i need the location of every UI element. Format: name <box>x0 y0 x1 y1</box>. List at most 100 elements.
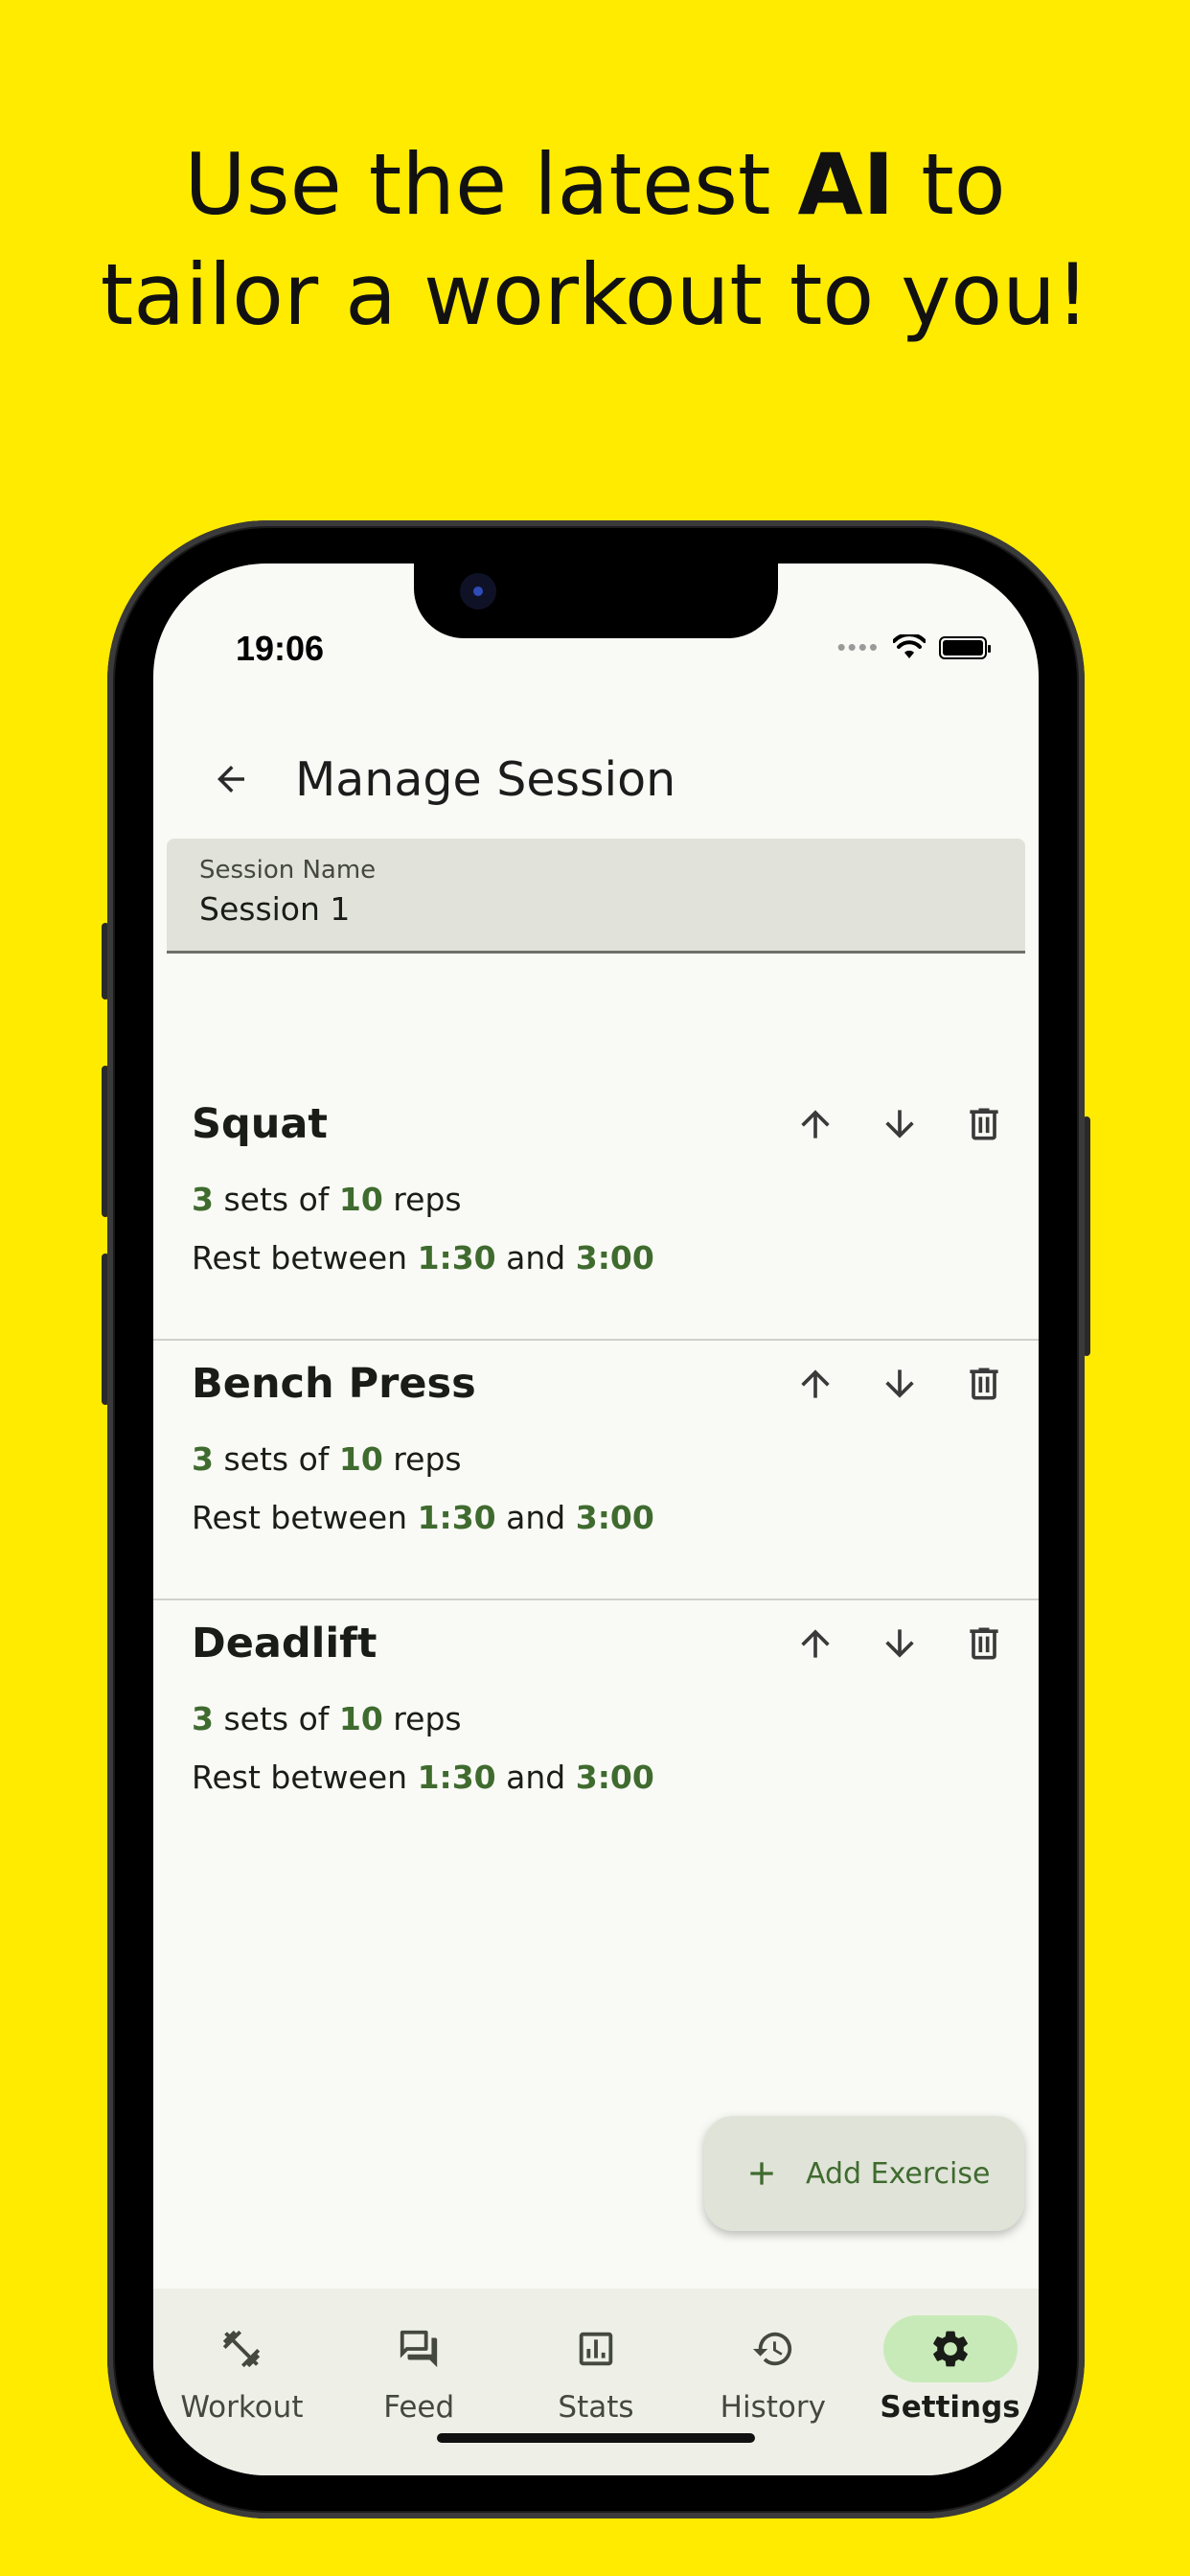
headline-text: to <box>894 135 1006 234</box>
exercise-actions <box>784 1352 1016 1415</box>
reps-count: 10 <box>338 1700 383 1737</box>
nav-label: History <box>720 2390 826 2425</box>
session-name-input[interactable] <box>199 890 985 928</box>
status-icons: •••• <box>836 632 991 662</box>
arrow-up-icon <box>801 1110 830 1138</box>
gear-icon <box>932 2331 968 2367</box>
promo-headline-line1: Use the latest AI to <box>0 129 1190 240</box>
promo-headline-line2: tailor a workout to you! <box>100 245 1090 344</box>
rest-prefix: Rest between <box>192 1239 418 1276</box>
exercise-card: Deadlift 3 sets of 10 reps Rest between … <box>153 1600 1039 1860</box>
exercise-rest: Rest between 1:30 and 3:00 <box>192 1239 654 1276</box>
arrow-back-icon <box>217 766 244 793</box>
sets-text: sets of <box>213 1181 339 1218</box>
sets-text: sets of <box>213 1700 339 1737</box>
add-exercise-button[interactable]: Add Exercise <box>704 2116 1024 2231</box>
delete-button[interactable] <box>952 1352 1016 1415</box>
exercise-sets-reps: 3 sets of 10 reps <box>192 1440 462 1478</box>
notch <box>414 564 778 638</box>
trash-icon <box>970 1368 998 1400</box>
rest-prefix: Rest between <box>192 1499 418 1536</box>
exercise-sets-reps: 3 sets of 10 reps <box>192 1700 462 1737</box>
rest-and: and <box>495 1759 576 1796</box>
exercise-name: Squat <box>192 1100 328 1148</box>
nav-pill <box>352 2315 486 2382</box>
back-button[interactable] <box>197 746 264 813</box>
reps-count: 10 <box>338 1440 383 1478</box>
move-down-button[interactable] <box>868 1092 931 1156</box>
rest-min: 1:30 <box>417 1499 496 1536</box>
headline-text: Use the latest <box>184 135 798 234</box>
exercise-name: Bench Press <box>192 1360 476 1408</box>
move-down-button[interactable] <box>868 1612 931 1675</box>
add-exercise-label: Add Exercise <box>806 2156 991 2191</box>
exercise-sets-reps: 3 sets of 10 reps <box>192 1181 462 1218</box>
move-up-button[interactable] <box>784 1352 847 1415</box>
reps-text: reps <box>382 1440 462 1478</box>
rest-min: 1:30 <box>417 1759 496 1796</box>
trash-icon <box>970 1108 998 1140</box>
move-up-button[interactable] <box>784 1612 847 1675</box>
sets-count: 3 <box>192 1440 214 1478</box>
nav-pill <box>529 2315 663 2382</box>
nav-item-stats[interactable]: Stats <box>508 2288 685 2475</box>
exercise-card: Bench Press 3 sets of 10 reps Rest betwe… <box>153 1341 1039 1600</box>
chart-icon <box>579 2332 613 2366</box>
reps-text: reps <box>382 1181 462 1218</box>
nav-item-history[interactable]: History <box>684 2288 861 2475</box>
exercise-card: Squat 3 sets of 10 reps Rest between 1:3… <box>153 1081 1039 1341</box>
delete-button[interactable] <box>952 1612 1016 1675</box>
history-icon <box>752 2332 791 2366</box>
arrow-down-icon <box>885 1369 914 1398</box>
move-up-button[interactable] <box>784 1092 847 1156</box>
exercise-actions <box>784 1092 1016 1156</box>
trash-icon <box>970 1627 998 1660</box>
headline-bold-text: AI <box>797 135 895 234</box>
rest-and: and <box>495 1239 576 1276</box>
page-title: Manage Session <box>295 751 676 807</box>
rest-max: 3:00 <box>575 1239 654 1276</box>
sets-count: 3 <box>192 1700 214 1737</box>
nav-label: Workout <box>180 2390 304 2425</box>
reps-text: reps <box>382 1700 462 1737</box>
reps-count: 10 <box>338 1181 383 1218</box>
forum-icon <box>400 2330 438 2368</box>
session-name-label: Session Name <box>199 856 377 885</box>
nav-item-settings[interactable]: Settings <box>861 2288 1039 2475</box>
signal-dots-icon: •••• <box>836 632 880 661</box>
nav-label: Feed <box>383 2390 455 2425</box>
nav-item-feed[interactable]: Feed <box>331 2288 508 2475</box>
session-name-field[interactable]: Session Name <box>167 839 1025 954</box>
front-camera <box>460 573 496 610</box>
exercise-rest: Rest between 1:30 and 3:00 <box>192 1499 654 1536</box>
wifi-icon <box>893 633 926 658</box>
home-indicator[interactable] <box>437 2433 755 2443</box>
nav-pill <box>706 2315 840 2382</box>
rest-max: 3:00 <box>575 1759 654 1796</box>
delete-button[interactable] <box>952 1092 1016 1156</box>
status-time: 19:06 <box>236 629 325 668</box>
phone-frame: 19:06 •••• Manage Session Session Name S… <box>107 520 1085 2518</box>
battery-icon <box>939 635 991 659</box>
exercise-name: Deadlift <box>192 1620 378 1668</box>
arrow-down-icon <box>885 1629 914 1658</box>
dumbbell-icon <box>223 2330 261 2368</box>
arrow-up-icon <box>801 1629 830 1658</box>
nav-label: Settings <box>880 2390 1020 2425</box>
exercise-rest: Rest between 1:30 and 3:00 <box>192 1759 654 1796</box>
top-app-bar: Manage Session <box>153 736 1039 822</box>
nav-pill <box>174 2315 309 2382</box>
sets-text: sets of <box>213 1440 339 1478</box>
move-down-button[interactable] <box>868 1352 931 1415</box>
nav-label: Stats <box>558 2390 634 2425</box>
rest-and: and <box>495 1499 576 1536</box>
nav-pill-active <box>882 2315 1018 2382</box>
rest-max: 3:00 <box>575 1499 654 1536</box>
plus-icon <box>750 2162 773 2185</box>
app-screen: 19:06 •••• Manage Session Session Name S… <box>153 564 1039 2475</box>
promo-headline: Use the latest AI to tailor a workout to… <box>0 129 1190 350</box>
rest-min: 1:30 <box>417 1239 496 1276</box>
nav-item-workout[interactable]: Workout <box>153 2288 331 2475</box>
rest-prefix: Rest between <box>192 1759 418 1796</box>
arrow-down-icon <box>885 1110 914 1138</box>
